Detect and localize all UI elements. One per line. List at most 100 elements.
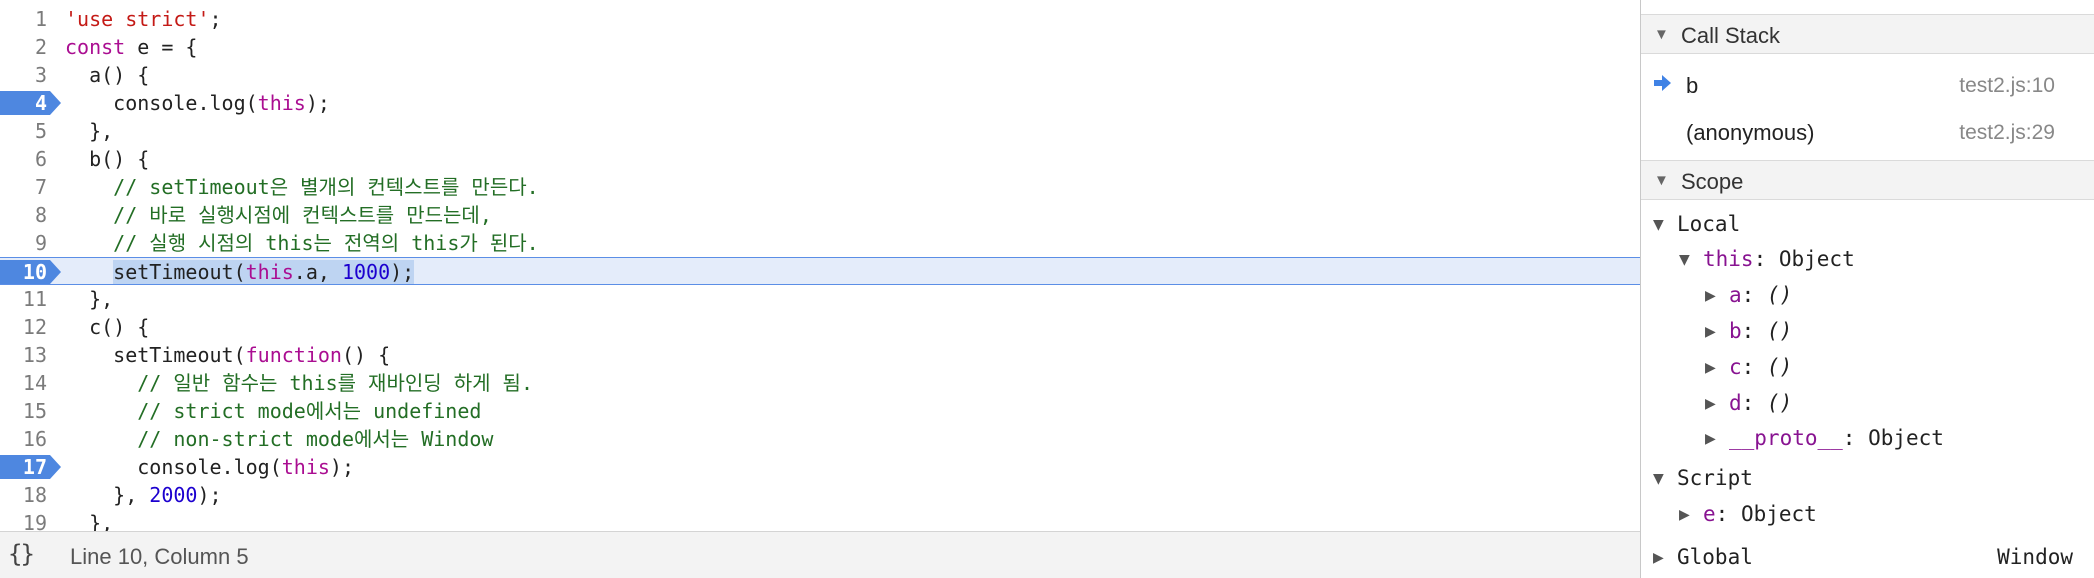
line-number-text: 19 <box>22 511 47 531</box>
code-text[interactable]: }, 2000); <box>65 481 221 509</box>
code-view[interactable]: 1'use strict'; 2 const e = {3 a() {4 conso… <box>0 5 1640 531</box>
line-number[interactable]: 16 <box>0 425 60 453</box>
code-line[interactable]: 8 // 바로 실행시점에 컨텍스트를 만드는데, <box>0 201 1640 229</box>
scope-global[interactable]: ▶ Global Window <box>1653 540 2083 574</box>
collapsed-triangle-icon[interactable]: ▶ <box>1705 387 1729 421</box>
scope-local[interactable]: ▼ Local <box>1653 207 1740 241</box>
code-line[interactable]: 7 // setTimeout은 별개의 컨텍스트를 만든다. <box>0 173 1640 201</box>
line-number[interactable]: 1 <box>0 5 60 33</box>
code-text[interactable]: // 실행 시점의 this는 전역의 this가 된다. <box>65 229 539 257</box>
scope-property[interactable]: ▶ b: () <box>1705 314 1792 348</box>
line-number[interactable]: 18 <box>0 481 60 509</box>
collapsed-triangle-icon[interactable]: ▶ <box>1705 351 1729 385</box>
line-number-text: 8 <box>34 203 47 227</box>
line-number[interactable]: 12 <box>0 313 60 341</box>
scope-script[interactable]: ▼ Script <box>1653 461 1753 495</box>
code-line[interactable]: 1 'use strict'; <box>0 5 1640 33</box>
collapse-triangle-icon[interactable]: ▼ <box>1654 26 1669 43</box>
breakpoint-marker-icon[interactable] <box>0 91 61 115</box>
pretty-print-icon[interactable]: {} <box>8 540 35 568</box>
proto-name: __proto__ <box>1729 426 1843 450</box>
line-number-breakpoint[interactable]: 4 <box>0 89 61 117</box>
scope-header[interactable]: ▼ Scope <box>1641 160 2094 200</box>
code-token: ; <box>209 7 222 31</box>
call-stack-header[interactable]: ▼ Call Stack <box>1641 14 2094 54</box>
scope-property[interactable]: ▶ c: () <box>1705 350 1792 384</box>
collapsed-triangle-icon[interactable]: ▶ <box>1679 498 1703 532</box>
line-number[interactable]: 11 <box>0 285 60 313</box>
line-number-breakpoint[interactable]: 17 <box>0 453 61 481</box>
line-number-text: 16 <box>22 427 47 451</box>
code-text[interactable]: setTimeout(function() { <box>65 341 390 369</box>
code-line[interactable]: 18 }, 2000); <box>0 481 1640 509</box>
code-line[interactable]: 6 b() { <box>0 145 1640 173</box>
code-text[interactable]: // strict mode에서는 undefined <box>65 397 481 425</box>
code-text[interactable]: c() { <box>65 313 149 341</box>
code-token: ); <box>305 91 330 115</box>
code-line[interactable]: 19 }, <box>0 509 1640 531</box>
code-text[interactable]: const e = { <box>65 33 197 61</box>
code-text[interactable]: // non-strict mode에서는 Window <box>65 425 493 453</box>
line-number[interactable]: 14 <box>0 369 60 397</box>
code-text[interactable]: console.log(this); <box>65 453 354 481</box>
source-editor[interactable]: 1'use strict'; 2 const e = {3 a() {4 conso… <box>0 0 1640 578</box>
line-number[interactable]: 6 <box>0 145 60 173</box>
line-number[interactable]: 2 <box>0 33 60 61</box>
code-line[interactable]: 17 console.log(this); <box>0 453 1640 481</box>
code-line[interactable]: 14 // 일반 함수는 this를 재바인딩 하게 됨. <box>0 369 1640 397</box>
code-line[interactable]: 11 }, <box>0 285 1640 313</box>
code-line-current[interactable]: 10 setTimeout(this.a, 1000); <box>0 257 1640 285</box>
code-text[interactable]: 'use strict'; <box>65 5 222 33</box>
expanded-triangle-icon[interactable]: ▼ <box>1653 462 1677 496</box>
scope-script-var[interactable]: ▶ e: Object <box>1679 497 1817 531</box>
code-line[interactable]: 3 a() { <box>0 61 1640 89</box>
property-value: () <box>1766 283 1793 307</box>
code-text[interactable]: b() { <box>65 145 149 173</box>
code-token: setTimeout( <box>113 260 246 284</box>
line-number[interactable]: 7 <box>0 173 60 201</box>
code-token: b() { <box>65 147 150 171</box>
collapsed-triangle-icon[interactable]: ▶ <box>1653 541 1677 575</box>
collapsed-triangle-icon[interactable]: ▶ <box>1705 279 1729 313</box>
call-frame[interactable]: b test2.js:10 <box>1641 63 2094 109</box>
line-number[interactable]: 5 <box>0 117 60 145</box>
call-frame-location[interactable]: test2.js:29 <box>1959 121 2055 145</box>
code-text[interactable]: // setTimeout은 별개의 컨텍스트를 만든다. <box>65 173 539 201</box>
expanded-triangle-icon[interactable]: ▼ <box>1653 208 1677 242</box>
line-number[interactable]: 3 <box>0 61 60 89</box>
scope-this[interactable]: ▼ this: Object <box>1679 242 1855 276</box>
scope-proto[interactable]: ▶ __proto__: Object <box>1705 421 1944 455</box>
line-number-breakpoint[interactable]: 10 <box>0 258 61 286</box>
code-line[interactable]: 9 // 실행 시점의 this는 전역의 this가 된다. <box>0 229 1640 257</box>
code-text[interactable]: }, <box>65 509 113 531</box>
collapse-triangle-icon[interactable]: ▼ <box>1654 172 1669 189</box>
code-line[interactable]: 15 // strict mode에서는 undefined <box>0 397 1640 425</box>
line-number[interactable]: 15 <box>0 397 60 425</box>
expanded-triangle-icon[interactable]: ▼ <box>1679 243 1703 277</box>
code-line[interactable]: 13 setTimeout(function() { <box>0 341 1640 369</box>
line-number[interactable]: 8 <box>0 201 60 229</box>
code-token: e = { <box>125 35 198 59</box>
call-frame-location[interactable]: test2.js:10 <box>1959 74 2055 98</box>
code-text[interactable]: setTimeout(this.a, 1000); <box>65 258 415 286</box>
collapsed-triangle-icon[interactable]: ▶ <box>1705 422 1729 456</box>
code-line[interactable]: 5 }, <box>0 117 1640 145</box>
code-text[interactable]: a() { <box>65 61 149 89</box>
line-number[interactable]: 19 <box>0 509 60 531</box>
line-number[interactable]: 13 <box>0 341 60 369</box>
code-text[interactable]: // 일반 함수는 this를 재바인딩 하게 됨. <box>65 369 533 397</box>
code-line[interactable]: 4 console.log(this); <box>0 89 1640 117</box>
code-line[interactable]: 2 const e = { <box>0 33 1640 61</box>
line-number[interactable]: 9 <box>0 229 60 257</box>
scope-property[interactable]: ▶ d: () <box>1705 386 1792 420</box>
code-line[interactable]: 12 c() { <box>0 313 1640 341</box>
scope-property[interactable]: ▶ a: () <box>1705 278 1792 312</box>
code-text[interactable]: console.log(this); <box>65 89 330 117</box>
call-frame[interactable]: (anonymous) test2.js:29 <box>1641 110 2094 156</box>
collapsed-triangle-icon[interactable]: ▶ <box>1705 315 1729 349</box>
code-text[interactable]: // 바로 실행시점에 컨텍스트를 만드는데, <box>65 201 492 229</box>
code-token: setTimeout( <box>65 343 246 367</box>
code-text[interactable]: }, <box>65 117 113 145</box>
code-line[interactable]: 16 // non-strict mode에서는 Window <box>0 425 1640 453</box>
code-text[interactable]: }, <box>65 285 113 313</box>
